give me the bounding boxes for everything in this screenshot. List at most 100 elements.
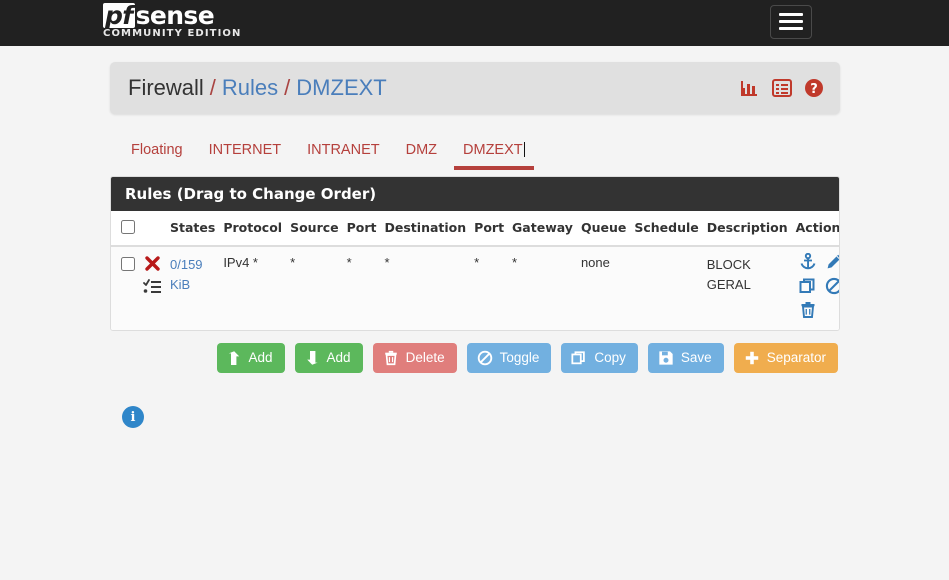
help-icon[interactable]: ? <box>804 78 824 98</box>
header-select-all <box>111 211 139 247</box>
row-select-checkbox[interactable] <box>121 257 135 271</box>
tab-floating[interactable]: Floating <box>118 142 196 170</box>
ban-icon <box>477 350 493 366</box>
table-row[interactable]: 0/159 KiB IPv4 * * * * * * none BLOCK GE… <box>111 246 839 330</box>
separator-button[interactable]: Separator <box>733 343 838 373</box>
breadcrumb-separator: / <box>284 75 291 100</box>
header-schedule: Schedule <box>630 211 703 247</box>
legend-info-bar: i <box>110 406 840 428</box>
tab-dmz[interactable]: DMZ <box>393 142 450 170</box>
pfsense-logo[interactable]: pf sense COMMUNITY EDITION <box>103 3 241 39</box>
copy-icon <box>571 350 587 366</box>
edit-pencil-icon[interactable] <box>825 253 839 274</box>
page-container: Firewall / Rules / DMZEXT ? Floating INT… <box>110 62 840 428</box>
interface-tabs: Floating INTERNET INTRANET DMZ DMZEXT <box>110 132 840 170</box>
states-count[interactable]: 0/159 <box>170 255 215 275</box>
hamburger-bar <box>779 13 803 16</box>
header-source: Source <box>286 211 343 247</box>
header-protocol: Protocol <box>219 211 287 247</box>
row-queue-cell: none <box>576 246 631 330</box>
header-dest-port: Port <box>470 211 509 247</box>
copy-button[interactable]: Copy <box>561 343 638 373</box>
info-circle-icon[interactable]: i <box>122 406 144 428</box>
row-source-cell: * <box>286 246 343 330</box>
rules-action-buttons: Add Add Delete Toggle Copy Save Separato… <box>110 343 840 373</box>
row-action-icons <box>796 252 839 322</box>
rules-table-head: States Protocol Source Port Destination … <box>111 211 839 247</box>
row-destination-cell: * <box>380 246 471 330</box>
save-floppy-icon <box>658 350 674 366</box>
header-port: Port <box>342 211 381 247</box>
block-x-icon[interactable] <box>144 255 161 275</box>
state-icons <box>143 255 162 298</box>
hamburger-bar <box>779 27 803 30</box>
breadcrumb-current-dmzext[interactable]: DMZEXT <box>296 75 386 101</box>
text-cursor <box>523 142 525 157</box>
tab-internet[interactable]: INTERNET <box>196 142 295 170</box>
table-header-row: States Protocol Source Port Destination … <box>111 211 839 247</box>
header-gateway: Gateway <box>508 211 577 247</box>
brand-wordmark: pf sense <box>103 3 241 28</box>
arrow-down-icon <box>305 350 320 366</box>
brand-pf: pf <box>103 1 135 30</box>
row-actions-cell <box>791 246 839 330</box>
row-states-cell: 0/159 KiB <box>166 246 220 330</box>
tab-label: Floating <box>131 142 183 158</box>
tab-label: DMZEXT <box>463 142 523 158</box>
button-label: Add <box>326 350 351 366</box>
add-rule-top-button[interactable]: Add <box>216 343 285 373</box>
row-gateway-cell: * <box>508 246 577 330</box>
anchor-icon[interactable] <box>799 252 817 274</box>
header-states: States <box>166 211 220 247</box>
description-line-2: GERAL <box>706 277 751 293</box>
row-state-icons-cell <box>139 246 166 330</box>
rules-table: States Protocol Source Port Destination … <box>111 211 839 330</box>
delete-button[interactable]: Delete <box>372 343 457 373</box>
breadcrumb-separator: / <box>209 75 216 100</box>
row-protocol-cell: IPv4 * <box>219 246 287 330</box>
toggle-button[interactable]: Toggle <box>466 343 552 373</box>
stats-icon[interactable] <box>740 79 760 97</box>
breadcrumb-panel: Firewall / Rules / DMZEXT ? <box>110 62 840 114</box>
breadcrumb-actions: ? <box>740 78 824 98</box>
log-tasks-icon[interactable] <box>143 279 162 298</box>
hamburger-menu-button[interactable] <box>770 5 812 39</box>
arrow-up-icon <box>227 350 242 366</box>
row-dest-port-cell: * <box>470 246 509 330</box>
brand-subtitle: COMMUNITY EDITION <box>103 28 242 39</box>
button-label: Toggle <box>499 350 540 366</box>
button-label: Delete <box>405 350 445 366</box>
row-schedule-cell <box>630 246 703 330</box>
description-line-1: BLOCK <box>706 257 751 272</box>
hamburger-bar <box>779 20 803 23</box>
tab-label: DMZ <box>405 142 438 158</box>
save-button[interactable]: Save <box>647 343 724 373</box>
tab-label: INTRANET <box>307 142 380 158</box>
disable-ban-icon[interactable] <box>825 277 839 298</box>
row-port-cell: * <box>342 246 381 330</box>
tab-intranet[interactable]: INTRANET <box>294 142 393 170</box>
breadcrumb-root: Firewall <box>128 75 204 100</box>
svg-text:?: ? <box>810 82 818 97</box>
top-navbar: pf sense COMMUNITY EDITION <box>0 0 949 46</box>
header-destination: Destination <box>380 211 471 247</box>
breadcrumb-link-rules[interactable]: Rules <box>222 75 278 101</box>
add-rule-bottom-button[interactable]: Add <box>294 343 363 373</box>
button-label: Copy <box>594 350 626 366</box>
tab-dmzext[interactable]: DMZEXT <box>450 142 538 170</box>
delete-trash-icon[interactable] <box>799 301 817 322</box>
rules-panel-heading: Rules (Drag to Change Order) <box>111 177 839 211</box>
list-icon[interactable] <box>772 79 792 97</box>
button-label: Save <box>680 350 712 366</box>
copy-icon[interactable] <box>799 277 817 298</box>
brand-sense: sense <box>135 1 215 30</box>
row-select-cell <box>111 246 139 330</box>
row-description-cell: BLOCK GERAL <box>702 246 792 330</box>
rules-panel: Rules (Drag to Change Order) States Prot… <box>110 176 840 331</box>
breadcrumb: Firewall / Rules / DMZEXT <box>128 75 387 101</box>
plus-icon <box>744 350 760 366</box>
trash-icon <box>383 350 399 366</box>
header-state-icon <box>139 211 166 247</box>
select-all-checkbox[interactable] <box>121 220 135 234</box>
states-bytes[interactable]: KiB <box>170 275 215 295</box>
